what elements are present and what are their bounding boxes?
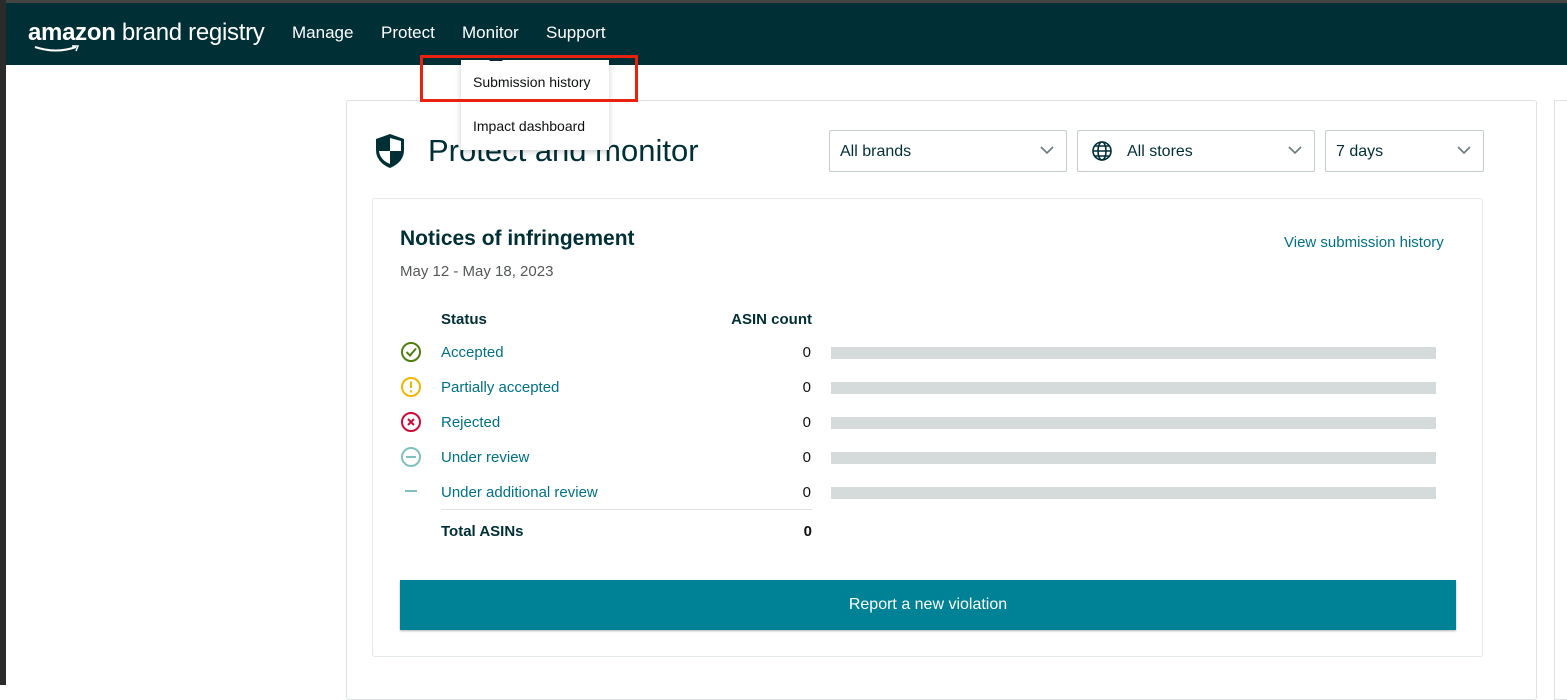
status-row-under-additional-review: Under additional review 0	[398, 481, 1438, 505]
side-panel	[1554, 100, 1567, 700]
status-row-rejected: Rejected 0	[398, 411, 1438, 435]
status-link[interactable]: Under review	[441, 449, 529, 466]
total-asins-label: Total ASINs	[441, 523, 524, 540]
count-bar	[831, 417, 1436, 429]
nav-manage[interactable]: Manage	[292, 23, 353, 43]
nav-support[interactable]: Support	[546, 23, 606, 43]
nav-protect[interactable]: Protect	[381, 23, 435, 43]
shield-icon	[376, 134, 404, 168]
highlight-box	[420, 55, 638, 102]
date-range: May 12 - May 18, 2023	[400, 263, 554, 280]
brands-select-value: All brands	[840, 143, 912, 160]
report-violation-button[interactable]: Report a new violation	[400, 580, 1456, 630]
stores-select[interactable]: All stores	[1077, 130, 1315, 172]
chevron-down-icon	[1288, 146, 1302, 155]
top-nav: amazon brand registry Manage Protect Mon…	[6, 3, 1567, 65]
chevron-down-icon	[1040, 146, 1054, 155]
count-bar	[831, 452, 1436, 464]
logo-text: amazon	[28, 19, 116, 46]
dash-icon	[405, 490, 417, 492]
divider	[441, 509, 812, 510]
asin-count: 0	[802, 414, 811, 431]
view-submission-history-link[interactable]: View submission history	[1284, 234, 1444, 251]
chevron-down-icon	[1457, 146, 1471, 155]
status-row-under-review: Under review 0	[398, 446, 1438, 470]
brands-select[interactable]: All brands	[829, 130, 1067, 172]
count-bar	[831, 382, 1436, 394]
nav-monitor[interactable]: Monitor	[462, 23, 519, 43]
status-row-partially-accepted: Partially accepted 0	[398, 376, 1438, 400]
x-circle-icon	[401, 412, 421, 432]
count-bar	[831, 487, 1436, 499]
status-link[interactable]: Partially accepted	[441, 379, 559, 396]
asin-count: 0	[802, 449, 811, 466]
globe-icon	[1092, 141, 1112, 161]
minus-circle-icon	[401, 447, 421, 467]
exclamation-circle-icon	[401, 377, 421, 397]
total-asins-value: 0	[803, 523, 812, 540]
menu-item-impact-dashboard[interactable]: Impact dashboard	[473, 118, 585, 134]
smile-icon	[34, 45, 80, 52]
asin-count: 0	[802, 344, 811, 361]
status-link[interactable]: Accepted	[441, 344, 504, 361]
brand-logo[interactable]: amazon brand registry	[28, 19, 265, 52]
asin-count: 0	[802, 379, 811, 396]
count-bar	[831, 347, 1436, 359]
period-select-value: 7 days	[1336, 143, 1384, 160]
status-link[interactable]: Under additional review	[441, 484, 598, 501]
check-circle-icon	[401, 342, 421, 362]
period-select[interactable]: 7 days	[1325, 130, 1484, 172]
asin-count-header: ASIN count	[731, 311, 812, 328]
asin-count: 0	[802, 484, 811, 501]
stores-select-value: All stores	[1127, 143, 1193, 160]
status-header: Status	[441, 311, 487, 328]
status-row-accepted: Accepted 0	[398, 341, 1438, 365]
window-edge	[0, 0, 6, 685]
logo-text: brand registry	[115, 19, 265, 46]
status-link[interactable]: Rejected	[441, 414, 500, 431]
card-title: Notices of infringement	[400, 227, 635, 250]
